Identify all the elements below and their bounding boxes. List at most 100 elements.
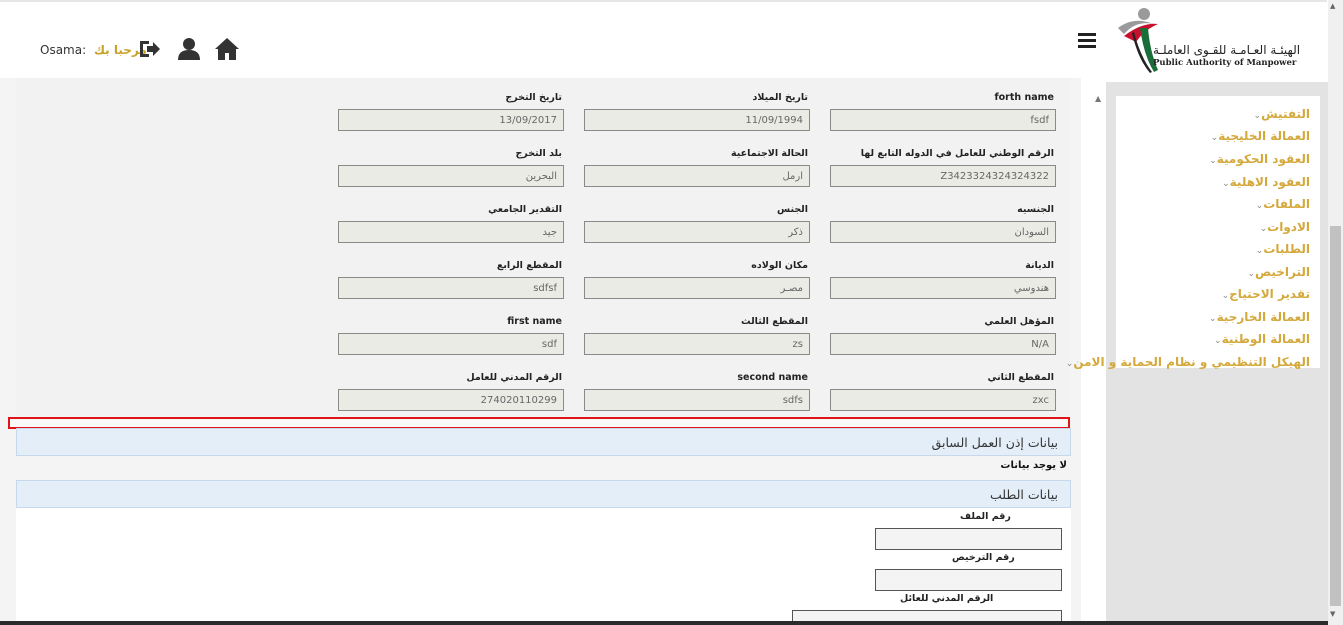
license-number-label: رقم الترخيص [952, 552, 1015, 563]
field-first-name: first name [338, 314, 564, 366]
field-input[interactable] [338, 109, 564, 131]
sidebar-item-national-labor[interactable]: العمالة الوطنية⌄ [1208, 328, 1310, 348]
field-label: الجنسيه [1017, 204, 1054, 215]
chevron-down-icon: ⌄ [1221, 291, 1230, 301]
sidebar-item-inspection[interactable]: التفتيش⌄ [1248, 103, 1310, 123]
field-label: forth name [994, 92, 1054, 103]
field-input[interactable] [338, 221, 564, 243]
field-label: first name [507, 316, 562, 327]
field-third-segment: المقطع الثالث [584, 314, 810, 366]
field-label: المقطع الرابع [496, 260, 562, 271]
field-input[interactable] [584, 333, 810, 355]
field-input[interactable] [584, 165, 810, 187]
file-number-input[interactable] [875, 528, 1062, 550]
user-icon[interactable] [176, 36, 202, 62]
field-label: المقطع الثالث [741, 316, 808, 327]
field-label: المقطع الثاني [987, 372, 1054, 383]
no-data-text: لا يوجد بيانات [1000, 460, 1067, 471]
field-input[interactable] [584, 221, 810, 243]
chevron-down-icon: ⌄ [1222, 179, 1230, 189]
sidebar-menu: التفتيش⌄ العمالة الخليجية⌄ العقود الحكوم… [1066, 96, 1320, 369]
field-input[interactable] [830, 165, 1056, 187]
field-label: second name [737, 372, 808, 383]
sidebar-item-foreign-labor[interactable]: العمالة الخارجية⌄ [1203, 306, 1310, 326]
request-panel [16, 508, 1071, 625]
sidebar-item-files[interactable]: الملفات⌄ [1250, 193, 1310, 213]
chevron-down-icon: ⌄ [1253, 111, 1262, 121]
greeting: Osama: مرحبا بك [40, 43, 147, 57]
field-label: الرقم الوطني للعامل في الدوله التابع لها [860, 148, 1054, 159]
field-input[interactable] [584, 277, 810, 299]
file-number-label: رقم الملف [960, 511, 1011, 522]
field-graduation-country: بلد التخرج [338, 146, 564, 198]
previous-permit-header: بيانات إذن العمل السابق [16, 428, 1071, 456]
sidebar-item-licenses[interactable]: التراخيص⌄ [1241, 261, 1310, 281]
field-input[interactable] [338, 389, 564, 411]
field-input[interactable] [338, 277, 564, 299]
menu-icon[interactable] [1078, 33, 1096, 48]
field-label: المؤهل العلمي [984, 316, 1054, 327]
field-input[interactable] [830, 389, 1056, 411]
field-input[interactable] [338, 333, 564, 355]
sidebar-scroll-up-icon[interactable]: ▲ [1095, 94, 1101, 103]
scroll-up-arrow-icon[interactable]: ▲ [1330, 2, 1335, 10]
chevron-down-icon: ⌄ [1247, 269, 1255, 279]
chevron-down-icon: ⌄ [1214, 336, 1222, 346]
field-national-id: الرقم الوطني للعامل في الدوله التابع لها [830, 146, 1056, 198]
field-gender: الجنس [584, 202, 810, 254]
scroll-down-arrow-icon[interactable]: ▼ [1330, 610, 1335, 618]
field-label: تاريخ الميلاد [752, 92, 808, 103]
sidebar-item-private-contracts[interactable]: العقود الاهلية⌄ [1216, 171, 1310, 191]
section-title: بيانات الطلب [989, 487, 1058, 502]
home-icon[interactable] [214, 36, 240, 62]
sidebar-item-needs-assessment[interactable]: تقدير الاحتياج⌄ [1216, 283, 1310, 303]
field-second-segment: المقطع الثاني [830, 370, 1056, 422]
field-religion: الديانة [830, 258, 1056, 310]
field-label: التقدير الجامعي [488, 204, 562, 215]
field-label: تاريخ التخرج [505, 92, 562, 103]
logo-english-text: Public Authority of Manpower [1153, 58, 1297, 68]
license-number-input[interactable] [875, 569, 1062, 591]
field-label: بلد التخرج [515, 148, 562, 159]
field-input[interactable] [584, 109, 810, 131]
field-qualification: المؤهل العلمي [830, 314, 1056, 366]
sidebar-item-gulf-labor[interactable]: العمالة الخليجية⌄ [1205, 125, 1310, 145]
guardian-civil-id-label: الرقم المدني للعائل [900, 593, 994, 604]
sidebar-item-tools[interactable]: الادوات⌄ [1254, 216, 1310, 236]
sidebar-item-requests[interactable]: الطلبات⌄ [1250, 238, 1310, 258]
chevron-down-icon: ⌄ [1209, 156, 1217, 166]
field-marital-status: الحالة الاجتماعية [584, 146, 810, 198]
logo-arabic-text: الهيئـة العـامـة للقـوى العاملـة [1153, 43, 1301, 57]
main-content: forth name تاريخ الميلاد تاريخ التخرج ال… [0, 78, 1081, 625]
sidebar-item-government-contracts[interactable]: العقود الحكومية⌄ [1203, 148, 1310, 168]
section-title: بيانات إذن العمل السابق [931, 435, 1058, 450]
field-second-name: second name [584, 370, 810, 422]
field-birth-place: مكان الولاده [584, 258, 810, 310]
field-birth-date: تاريخ الميلاد [584, 90, 810, 142]
user-name: Osama: [40, 43, 87, 57]
request-header: بيانات الطلب [16, 480, 1071, 508]
field-civil-id: الرقم المدني للعامل [338, 370, 564, 422]
field-graduation-date: تاريخ التخرج [338, 90, 564, 142]
field-input[interactable] [830, 221, 1056, 243]
field-university-grade: التقدير الجامعي [338, 202, 564, 254]
field-input[interactable] [830, 109, 1056, 131]
field-forth-name: forth name [830, 90, 1056, 142]
field-label: مكان الولاده [751, 260, 808, 271]
top-header: Osama: مرحبا بك الهيئـة العـامـة للقـوى … [0, 0, 1327, 78]
field-input[interactable] [830, 333, 1056, 355]
field-label: الحالة الاجتماعية [731, 148, 808, 159]
field-nationality: الجنسيه [830, 202, 1056, 254]
field-label: الجنس [777, 204, 808, 215]
sidebar-item-org-structure[interactable]: الهيكل التنظيمي و نظام الحماية و الامن⌄ [1060, 351, 1310, 371]
field-label: الديانة [1025, 260, 1054, 271]
field-input[interactable] [338, 165, 564, 187]
field-input[interactable] [830, 277, 1056, 299]
scrollbar-thumb[interactable] [1330, 226, 1341, 606]
field-input[interactable] [584, 389, 810, 411]
field-label: الرقم المدني للعامل [466, 372, 562, 383]
bottom-edge [0, 621, 1328, 625]
chevron-down-icon: ⌄ [1209, 314, 1217, 324]
logout-icon[interactable] [136, 36, 162, 62]
field-fourth-segment: المقطع الرابع [338, 258, 564, 310]
